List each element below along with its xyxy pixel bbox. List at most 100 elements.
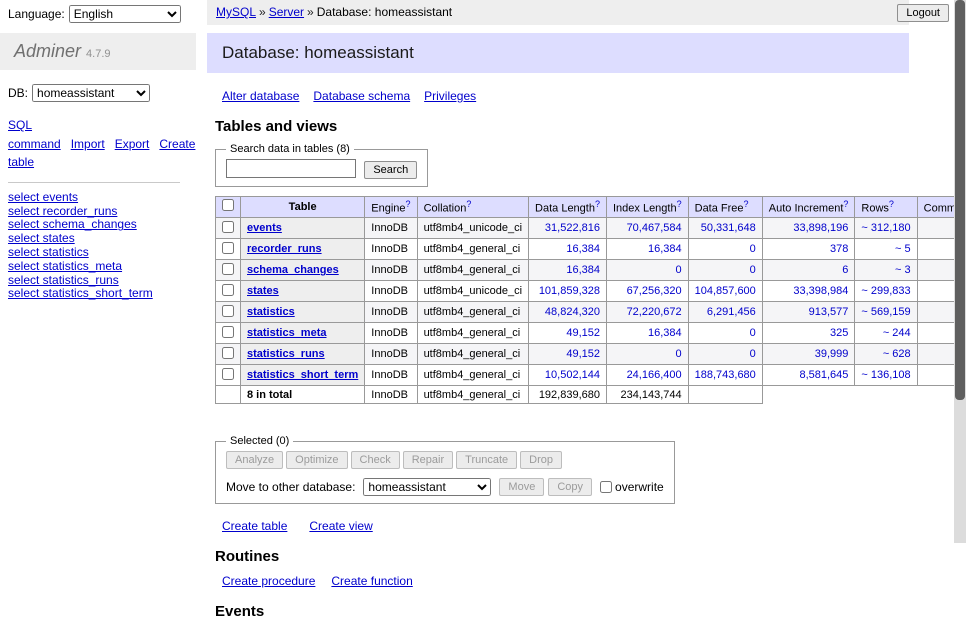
sidebar-link-export[interactable]: Export xyxy=(115,137,150,151)
db-select[interactable]: homeassistant xyxy=(32,84,150,102)
help-icon[interactable]: ? xyxy=(595,199,600,209)
help-icon[interactable]: ? xyxy=(889,199,894,209)
index-length-link[interactable]: 0 xyxy=(676,348,682,360)
index-length-link[interactable]: 67,256,320 xyxy=(627,285,682,297)
move-database-select[interactable]: homeassistant xyxy=(363,478,491,496)
table-name-link[interactable]: statistics_meta xyxy=(247,327,327,339)
data-length-link[interactable]: 16,384 xyxy=(566,243,600,255)
index-length-link[interactable]: 0 xyxy=(676,264,682,276)
row-checkbox[interactable] xyxy=(222,284,234,296)
table-name-link[interactable]: statistics xyxy=(247,306,295,318)
table-name-link[interactable]: schema_changes xyxy=(247,264,339,276)
help-icon[interactable]: ? xyxy=(843,199,848,209)
table-name-link[interactable]: recorder_runs xyxy=(247,243,322,255)
row-checkbox[interactable] xyxy=(222,347,234,359)
data-length-link[interactable]: 101,859,328 xyxy=(539,285,600,297)
data-free-link[interactable]: 0 xyxy=(750,243,756,255)
sidebar-select-schema-changes[interactable]: select schema_changes xyxy=(8,217,137,231)
vertical-scrollbar[interactable] xyxy=(954,0,966,543)
scrollbar-thumb[interactable] xyxy=(955,0,965,400)
header-rows[interactable]: Rows? xyxy=(855,196,917,218)
breadcrumb-link-mysql[interactable]: MySQL xyxy=(216,5,256,19)
sidebar-link-sql-command[interactable]: SQL command xyxy=(8,118,61,151)
help-icon[interactable]: ? xyxy=(744,199,749,209)
header-index-length[interactable]: Index Length? xyxy=(606,196,688,218)
create-function-link[interactable]: Create function xyxy=(331,574,412,588)
auto-increment-link[interactable]: 8,581,645 xyxy=(799,369,848,381)
sidebar-select-statistics-short-term[interactable]: select statistics_short_term xyxy=(8,286,153,300)
help-icon[interactable]: ? xyxy=(406,199,411,209)
drop-button[interactable]: Drop xyxy=(520,451,562,469)
index-length-link[interactable]: 16,384 xyxy=(648,327,682,339)
rows-count-link[interactable]: ~ 569,159 xyxy=(861,306,910,318)
data-free-link[interactable]: 188,743,680 xyxy=(695,369,756,381)
row-checkbox[interactable] xyxy=(222,326,234,338)
rows-count-link[interactable]: ~ 3 xyxy=(895,264,911,276)
rows-count-link[interactable]: ~ 5 xyxy=(895,243,911,255)
sidebar-select-states[interactable]: select states xyxy=(8,231,75,245)
copy-button[interactable]: Copy xyxy=(548,478,592,496)
repair-button[interactable]: Repair xyxy=(403,451,453,469)
data-length-link[interactable]: 31,522,816 xyxy=(545,222,600,234)
database-schema-link[interactable]: Database schema xyxy=(313,89,410,103)
data-free-link[interactable]: 6,291,456 xyxy=(707,306,756,318)
search-input[interactable] xyxy=(226,159,356,178)
sidebar-link-import[interactable]: Import xyxy=(71,137,105,151)
help-icon[interactable]: ? xyxy=(677,199,682,209)
analyze-button[interactable]: Analyze xyxy=(226,451,283,469)
index-length-link[interactable]: 70,467,584 xyxy=(627,222,682,234)
privileges-link[interactable]: Privileges xyxy=(424,89,476,103)
data-free-link[interactable]: 50,331,648 xyxy=(701,222,756,234)
create-view-link[interactable]: Create view xyxy=(309,519,372,533)
data-length-link[interactable]: 48,824,320 xyxy=(545,306,600,318)
auto-increment-link[interactable]: 6 xyxy=(842,264,848,276)
rows-count-link[interactable]: ~ 312,180 xyxy=(861,222,910,234)
move-button[interactable]: Move xyxy=(499,478,544,496)
sidebar-select-events[interactable]: select events xyxy=(8,190,78,204)
select-all-checkbox[interactable] xyxy=(222,199,234,211)
breadcrumb-link-server[interactable]: Server xyxy=(269,5,304,19)
header-auto-increment[interactable]: Auto Increment? xyxy=(762,196,855,218)
search-button[interactable]: Search xyxy=(364,161,417,179)
truncate-button[interactable]: Truncate xyxy=(456,451,517,469)
header-collation[interactable]: Collation? xyxy=(417,196,528,218)
rows-count-link[interactable]: ~ 299,833 xyxy=(861,285,910,297)
data-length-link[interactable]: 16,384 xyxy=(566,264,600,276)
check-button[interactable]: Check xyxy=(351,451,400,469)
rows-count-link[interactable]: ~ 628 xyxy=(883,348,911,360)
help-icon[interactable]: ? xyxy=(466,199,471,209)
auto-increment-link[interactable]: 33,398,984 xyxy=(793,285,848,297)
data-length-link[interactable]: 49,152 xyxy=(566,348,600,360)
language-select[interactable]: English xyxy=(69,5,181,23)
rows-count-link[interactable]: ~ 244 xyxy=(883,327,911,339)
data-length-link[interactable]: 49,152 xyxy=(566,327,600,339)
data-free-link[interactable]: 104,857,600 xyxy=(695,285,756,297)
data-free-link[interactable]: 0 xyxy=(750,264,756,276)
data-free-link[interactable]: 0 xyxy=(750,348,756,360)
logout-button[interactable]: Logout xyxy=(897,4,949,22)
index-length-link[interactable]: 16,384 xyxy=(648,243,682,255)
header-data-free[interactable]: Data Free? xyxy=(688,196,762,218)
sidebar-select-statistics-meta[interactable]: select statistics_meta xyxy=(8,259,122,273)
row-checkbox[interactable] xyxy=(222,242,234,254)
sidebar-select-statistics[interactable]: select statistics xyxy=(8,245,89,259)
row-checkbox[interactable] xyxy=(222,263,234,275)
header-data-length[interactable]: Data Length? xyxy=(529,196,607,218)
sidebar-select-recorder-runs[interactable]: select recorder_runs xyxy=(8,204,117,218)
auto-increment-link[interactable]: 378 xyxy=(830,243,848,255)
sidebar-select-statistics-runs[interactable]: select statistics_runs xyxy=(8,273,119,287)
create-procedure-link[interactable]: Create procedure xyxy=(222,574,315,588)
data-length-link[interactable]: 10,502,144 xyxy=(545,369,600,381)
row-checkbox[interactable] xyxy=(222,221,234,233)
optimize-button[interactable]: Optimize xyxy=(286,451,347,469)
auto-increment-link[interactable]: 325 xyxy=(830,327,848,339)
auto-increment-link[interactable]: 913,577 xyxy=(809,306,849,318)
table-name-link[interactable]: statistics_runs xyxy=(247,348,325,360)
header-engine[interactable]: Engine? xyxy=(365,196,417,218)
table-name-link[interactable]: states xyxy=(247,285,279,297)
auto-increment-link[interactable]: 33,898,196 xyxy=(793,222,848,234)
row-checkbox[interactable] xyxy=(222,368,234,380)
data-free-link[interactable]: 0 xyxy=(750,327,756,339)
index-length-link[interactable]: 24,166,400 xyxy=(627,369,682,381)
auto-increment-link[interactable]: 39,999 xyxy=(815,348,849,360)
